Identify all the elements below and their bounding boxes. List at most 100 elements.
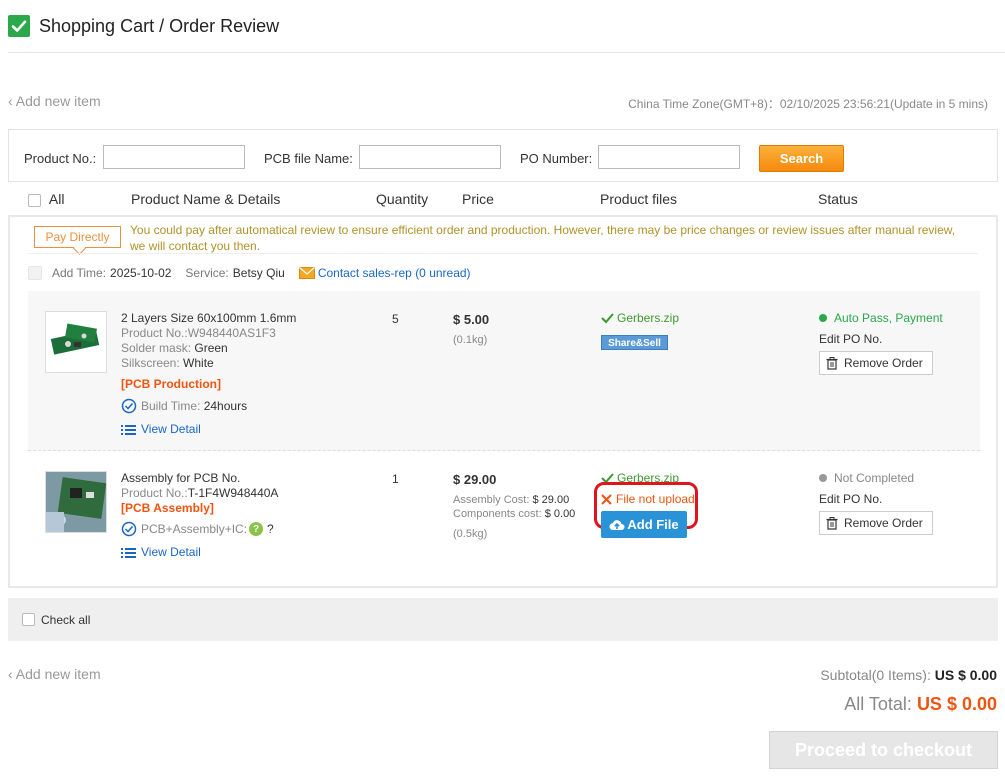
edit-po-link[interactable]: Edit PO No. <box>819 492 882 506</box>
envelope-icon <box>298 267 315 279</box>
add-new-item-link-bottom[interactable]: ‹ Add new item <box>8 666 101 682</box>
product-type-tag: [PCB Assembly] <box>121 501 214 515</box>
cost-breakdown: Assembly Cost: $ 29.00 Components cost: … <box>453 493 575 541</box>
column-header-quantity: Quantity <box>376 191 429 207</box>
column-header-name: Product Name & Details <box>131 191 281 207</box>
search-button[interactable]: Search <box>759 145 844 172</box>
proceed-to-checkout-button[interactable]: Proceed to checkout <box>769 731 998 769</box>
components-cost-value: $ 0.00 <box>544 508 576 520</box>
view-detail-label: View Detail <box>141 545 201 559</box>
column-header-price: Price <box>462 191 494 207</box>
product-no-input[interactable] <box>103 145 245 169</box>
pcb-assembly-ic-label: PCB+Assembly+IC: <box>141 521 248 536</box>
filter-bar: Product No.: PCB file Name: PO Number: S… <box>8 129 998 182</box>
list-icon <box>121 424 136 435</box>
status-dot-icon <box>819 314 827 322</box>
header-divider <box>8 52 1005 53</box>
build-time-value: 24hours <box>203 398 248 413</box>
order-item-pcb-assembly: Assembly for PCB No. Product No.:T-1F4W9… <box>28 457 980 582</box>
add-new-item-label: Add new item <box>15 93 101 109</box>
gerber-file-link[interactable]: Gerbers.zip <box>601 311 679 325</box>
notice-divider <box>28 253 978 254</box>
subtotal: Subtotal(0 Items): US $ 0.00 <box>820 667 997 683</box>
view-detail-link[interactable]: View Detail <box>121 545 278 560</box>
subtotal-label: Subtotal(0 Items): <box>820 667 931 683</box>
add-new-item-label: Add new item <box>15 666 101 682</box>
order-group-checkbox[interactable] <box>28 266 42 280</box>
product-type-tag: [PCB Production] <box>121 377 221 391</box>
item-quantity: 5 <box>392 312 399 326</box>
trash-icon <box>826 516 838 530</box>
subtotal-value: US $ 0.00 <box>934 667 997 683</box>
page-title: Shopping Cart / Order Review <box>39 15 280 36</box>
build-time-row: Build Time: 24hours <box>121 398 296 414</box>
pcb-assembly-ic-row: PCB+Assembly+IC: ? ? <box>121 521 278 537</box>
add-new-item-link-top[interactable]: ‹ Add new item <box>8 93 101 109</box>
remove-order-label: Remove Order <box>844 516 923 530</box>
assembly-cost-label: Assembly Cost: <box>453 494 530 506</box>
share-and-sell-button[interactable]: Share&Sell <box>601 335 668 350</box>
status-text: Auto Pass, Payment <box>834 311 943 325</box>
check-icon <box>601 313 614 324</box>
product-no-value: W948440AS1F3 <box>187 326 276 340</box>
product-title: Assembly for PCB No. <box>121 471 241 485</box>
order-group: Pay Directly You could pay after automat… <box>8 215 998 588</box>
pcb-assembly-ic-value: ? <box>267 521 274 536</box>
select-all-label: All <box>48 191 65 207</box>
all-total-label: All Total: <box>844 694 912 714</box>
status-dot-icon <box>819 474 827 482</box>
gerber-file-name: Gerbers.zip <box>617 311 680 325</box>
item-weight: (0.5kg) <box>453 528 488 540</box>
payment-notice: You could pay after automatical review t… <box>130 223 956 253</box>
select-all-checkbox[interactable] <box>28 193 41 207</box>
add-file-button[interactable]: Add File <box>601 511 687 538</box>
product-thumbnail <box>45 311 107 373</box>
order-meta-row: Add Time: 2025-10-02 Service: Betsy Qiu … <box>28 263 471 283</box>
all-total: All Total: US $ 0.00 <box>844 694 997 715</box>
column-header-status: Status <box>818 191 858 207</box>
check-all-checkbox[interactable] <box>22 613 35 626</box>
check-all-label: Check all <box>41 612 91 627</box>
item-price: $ 5.00 <box>453 312 490 327</box>
pcb-file-name-label: PCB file Name: <box>264 151 353 166</box>
view-detail-link[interactable]: View Detail <box>121 422 296 437</box>
add-time-value: 2025-10-02 <box>110 266 172 280</box>
status-text: Not Completed <box>834 471 915 485</box>
remove-order-button[interactable]: Remove Order <box>819 351 933 375</box>
po-number-label: PO Number: <box>520 151 593 166</box>
edit-po-link[interactable]: Edit PO No. <box>819 332 882 346</box>
view-detail-label: View Detail <box>141 422 201 436</box>
remove-order-button[interactable]: Remove Order <box>819 511 933 535</box>
trash-icon <box>826 356 838 370</box>
components-cost-label: Components cost: <box>453 508 542 520</box>
silkscreen-value: White <box>183 356 214 370</box>
contact-sales-rep-label: Contact sales-rep (0 unread) <box>317 266 471 280</box>
product-thumbnail <box>45 471 107 533</box>
list-icon <box>121 547 136 558</box>
product-details: Assembly for PCB No. Product No.:T-1F4W9… <box>121 471 278 560</box>
product-no-label: Product No.: <box>121 486 188 500</box>
product-no-value: T-1F4W948440A <box>187 486 279 500</box>
clock-check-icon <box>121 398 137 414</box>
pcb-file-name-input[interactable] <box>359 145 501 169</box>
contact-sales-rep-link[interactable]: Contact sales-rep (0 unread) <box>298 266 471 280</box>
item-status: Not Completed <box>819 471 914 485</box>
item-status: Auto Pass, Payment <box>819 311 943 325</box>
product-no-label: Product No.: <box>121 326 188 340</box>
product-details: 2 Layers Size 60x100mm 1.6mm Product No.… <box>121 311 296 437</box>
item-quantity: 1 <box>392 472 399 486</box>
select-all-header[interactable]: All <box>28 191 64 207</box>
item-price: $ 29.00 <box>453 472 497 487</box>
chevron-left-icon: ‹ <box>8 93 16 109</box>
help-icon[interactable]: ? <box>249 522 264 536</box>
column-header-files: Product files <box>600 191 678 207</box>
po-number-input[interactable] <box>598 145 740 169</box>
product-no-label: Product No.: <box>24 151 97 166</box>
timezone-info: China Time Zone(GMT+8)：02/10/2025 23:56:… <box>628 97 988 111</box>
product-title: 2 Layers Size 60x100mm 1.6mm <box>121 311 297 325</box>
clock-check-icon <box>121 521 137 537</box>
add-file-label: Add File <box>627 517 679 532</box>
silkscreen-label: Silkscreen: <box>121 356 180 370</box>
build-time-label: Build Time: <box>141 398 201 413</box>
all-total-value: US $ 0.00 <box>916 694 997 714</box>
